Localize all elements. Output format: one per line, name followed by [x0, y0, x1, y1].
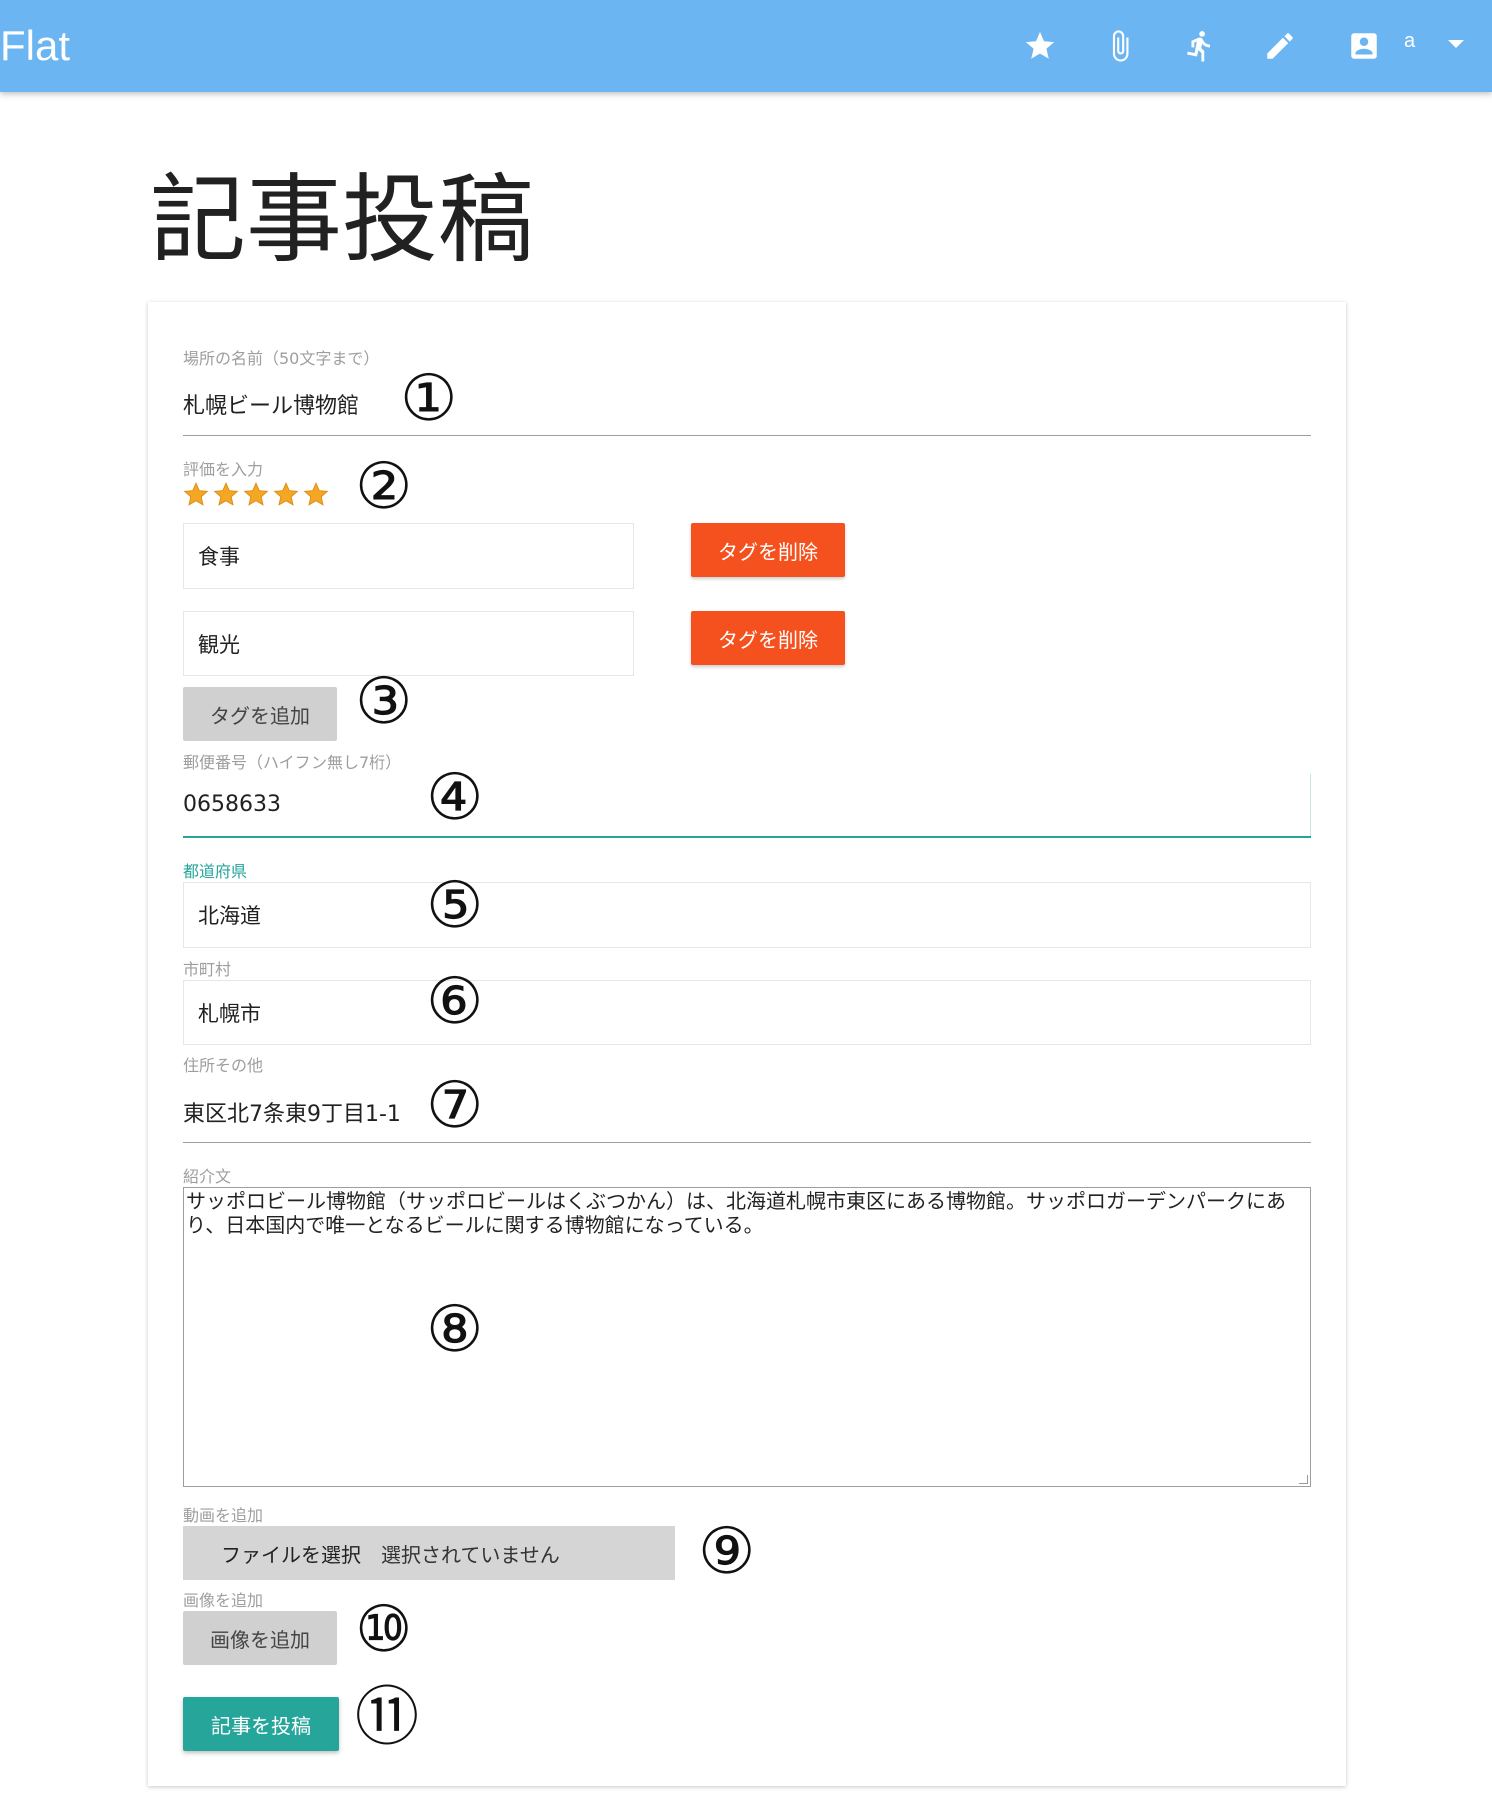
submit-post-button[interactable]: 記事を投稿 — [183, 1697, 339, 1751]
delete-tag-button[interactable]: タグを削除 — [691, 523, 845, 577]
page-title: 記事投稿 — [150, 164, 534, 276]
city-select[interactable]: 札幌市 — [183, 980, 1311, 1045]
address-underline — [183, 1142, 1311, 1143]
postal-code-label: 郵便番号（ハイフン無し7桁） — [183, 753, 402, 772]
top-navbar: Flat a — [0, 0, 1492, 92]
intro-label: 紹介文 — [183, 1167, 232, 1186]
video-file-input[interactable]: ファイルを選択 選択されていません — [183, 1526, 675, 1580]
pencil-icon[interactable] — [1258, 24, 1302, 68]
place-name-input[interactable]: 札幌ビール博物館 — [183, 388, 359, 420]
city-label: 市町村 — [183, 960, 232, 979]
rating-label: 評価を入力 — [183, 460, 264, 479]
address-input[interactable]: 東区北7条東9丁目1-1 — [183, 1096, 401, 1128]
run-icon[interactable] — [1178, 24, 1222, 68]
user-name[interactable]: a — [1404, 30, 1415, 53]
place-name-label: 場所の名前（50文字まで） — [183, 349, 380, 368]
annotation-7: ⑦ — [426, 1069, 484, 1143]
star-icon[interactable] — [303, 481, 329, 507]
star-icon[interactable] — [213, 481, 239, 507]
star-icon[interactable] — [1018, 24, 1062, 68]
annotation-10: ⑩ — [355, 1593, 413, 1667]
add-tag-button[interactable]: タグを追加 — [183, 687, 337, 741]
postal-code-input[interactable]: 0658633 — [183, 792, 281, 817]
postal-code-underline — [183, 836, 1311, 838]
star-icon[interactable] — [243, 481, 269, 507]
delete-tag-button[interactable]: タグを削除 — [691, 611, 845, 665]
intro-textarea[interactable]: サッポロビール博物館（サッポロビールはくぶつかん）は、北海道札幌市東区にある博物… — [183, 1187, 1311, 1487]
account-box-icon[interactable] — [1342, 24, 1386, 68]
annotation-5: ⑤ — [426, 869, 484, 943]
star-icon[interactable] — [183, 481, 209, 507]
annotation-9: ⑨ — [698, 1515, 756, 1589]
resize-grip-icon[interactable] — [1299, 1475, 1308, 1484]
image-label: 画像を追加 — [183, 1591, 264, 1610]
postal-focus-edge — [1310, 774, 1311, 836]
caret-down-icon[interactable] — [1448, 40, 1464, 48]
annotation-2: ② — [355, 450, 413, 524]
brand-logo[interactable]: Flat — [0, 20, 70, 72]
add-image-button[interactable]: 画像を追加 — [183, 1611, 337, 1665]
place-name-underline — [183, 435, 1311, 436]
annotation-11: ⑪ — [355, 1681, 419, 1755]
video-label: 動画を追加 — [183, 1506, 264, 1525]
address-label: 住所その他 — [183, 1056, 264, 1075]
prefecture-label: 都道府県 — [183, 862, 248, 881]
annotation-3: ③ — [355, 665, 413, 739]
annotation-4: ④ — [426, 761, 484, 835]
file-status: 選択されていません — [381, 1542, 560, 1567]
annotation-8: ⑧ — [426, 1293, 484, 1367]
annotation-6: ⑥ — [426, 965, 484, 1039]
intro-text: サッポロビール博物館（サッポロビールはくぶつかん）は、北海道札幌市東区にある博物… — [186, 1189, 1286, 1237]
paperclip-icon[interactable] — [1098, 24, 1142, 68]
annotation-1: ① — [400, 362, 458, 436]
choose-file-button[interactable]: ファイルを選択 — [221, 1539, 361, 1568]
tag-input[interactable]: 食事 — [183, 523, 634, 589]
star-icon[interactable] — [273, 481, 299, 507]
rating-stars[interactable] — [183, 481, 329, 507]
prefecture-select[interactable]: 北海道 — [183, 882, 1311, 948]
